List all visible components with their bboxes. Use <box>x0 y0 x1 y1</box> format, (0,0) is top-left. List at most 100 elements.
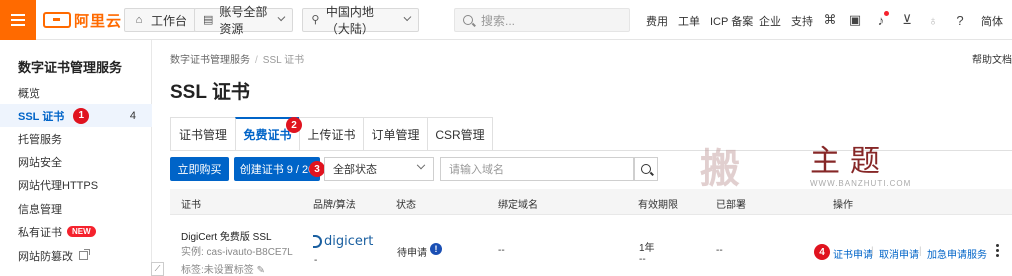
sidebar-item-label: 网站代理HTTPS <box>18 179 99 192</box>
tab-csr-management[interactable]: CSR管理 <box>427 117 493 151</box>
cert-name: DigiCert 免费版 SSL <box>181 232 272 243</box>
th-brand: 品牌/算法 <box>313 200 356 211</box>
sidebar-item-info-management[interactable]: 信息管理 <box>0 197 152 220</box>
nav-tickets[interactable]: 工单 <box>678 13 700 29</box>
step-marker-1: 1 <box>73 107 90 124</box>
language-switch[interactable]: 简体 <box>981 13 1003 29</box>
logo-text: 阿里云 <box>74 12 123 30</box>
apply-cert-link[interactable]: 证书申请 <box>833 246 873 261</box>
cancel-apply-link[interactable]: 取消申请 <box>879 246 919 261</box>
status-select[interactable]: 全部状态 <box>324 157 434 181</box>
cart-icon[interactable]: ⊻ <box>899 12 915 28</box>
breadcrumb-root[interactable]: 数字证书管理服务 <box>170 55 250 66</box>
nav-fees[interactable]: 费用 <box>646 13 668 29</box>
account-resources-select[interactable]: ▤ 账号全部资源 <box>194 5 293 36</box>
bound-domain: -- <box>498 245 505 256</box>
sidebar-item-site-security[interactable]: 网站安全 <box>0 150 152 173</box>
sidebar-item-label: 信息管理 <box>18 203 62 216</box>
hamburger-icon-line <box>11 19 25 21</box>
tab-order-management[interactable]: 订单管理 <box>363 117 427 151</box>
aliyun-logo-icon <box>43 12 71 28</box>
main-menu-button[interactable] <box>0 0 36 40</box>
sidebar-item-label: 网站防篡改 <box>18 250 73 263</box>
status-text: 待申请 <box>397 248 427 259</box>
expedite-service-link[interactable]: 加急申请服务 <box>927 246 987 261</box>
nav-enterprise[interactable]: 企业 <box>759 13 781 29</box>
region-select[interactable]: ⚲ 中国内地（大陆） <box>302 5 419 36</box>
step-marker-3: 3 <box>309 161 325 177</box>
domain-search-input[interactable]: 请输入域名 <box>440 157 634 181</box>
terminal-icon[interactable]: ⌘ <box>822 12 838 28</box>
sidebar-item-label: 私有证书 <box>18 226 62 239</box>
sidebar-item-label: 概览 <box>18 87 40 100</box>
search-icon <box>463 15 473 25</box>
deployed-status: -- <box>716 245 723 256</box>
tab-upload-cert[interactable]: 上传证书 <box>299 117 363 151</box>
sidebar-item-private-cert[interactable]: 私有证书 NEW <box>0 220 152 243</box>
breadcrumb-separator: / <box>255 55 258 66</box>
sidebar-item-label: 托管服务 <box>18 133 62 146</box>
breadcrumb-current: SSL 证书 <box>262 55 305 66</box>
ssl-cert-count: 4 <box>129 109 136 122</box>
step-marker-2: 2 <box>286 117 302 133</box>
breadcrumb: 数字证书管理服务 / SSL 证书 <box>170 51 304 66</box>
help-icon[interactable]: ? <box>952 12 968 28</box>
cert-tabs: 证书管理 免费证书 2 上传证书 订单管理 CSR管理 <box>170 117 493 151</box>
domain-search-placeholder: 请输入域名 <box>449 164 504 176</box>
nav-icp[interactable]: ICP 备案 <box>710 13 753 29</box>
aliyun-logo[interactable]: 阿里云 <box>43 10 122 30</box>
search-icon <box>641 164 651 174</box>
tab-label: CSR管理 <box>435 127 485 142</box>
watermark: 搬 主题 WWW.BANZHUTI.COM <box>700 130 940 200</box>
bulb-icon[interactable]: ♁ <box>925 12 941 28</box>
sidebar-item-ssl-cert[interactable]: SSL 证书 1 4 <box>0 104 152 127</box>
dot <box>996 244 999 247</box>
tab-cert-management[interactable]: 证书管理 <box>170 117 235 151</box>
cert-tags[interactable]: 标签:未设置标签 ✎ <box>181 261 265 276</box>
resource-icon: ▤ <box>203 14 214 26</box>
help-docs-link[interactable]: 帮助文档 <box>972 51 1012 66</box>
chevron-down-icon <box>403 13 412 21</box>
action-separator: | <box>919 246 922 257</box>
sidebar-item-managed-service[interactable]: 托管服务 <box>0 127 152 150</box>
global-search-input[interactable]: 搜索... <box>454 8 630 32</box>
watermark-logo: 搬 <box>700 145 740 192</box>
validity-dates: -- <box>639 254 646 265</box>
page-title: SSL 证书 <box>170 82 250 103</box>
sidebar-item-label: SSL 证书 <box>18 110 65 123</box>
tab-free-cert[interactable]: 免费证书 2 <box>235 117 302 151</box>
cert-instance-id: 实例: cas-ivauto-B8CE7L <box>181 247 293 258</box>
edit-icon: ✎ <box>256 265 265 276</box>
home-icon: ⌂ <box>135 14 143 26</box>
account-resources-label: 账号全部资源 <box>219 5 268 36</box>
sidebar-item-overview[interactable]: 概览 <box>0 81 152 104</box>
dot <box>996 249 999 252</box>
chevron-down-icon <box>416 160 426 170</box>
hamburger-icon-line <box>11 24 25 26</box>
workbench-button[interactable]: ⌂ 工作台 <box>124 8 197 32</box>
nav-support[interactable]: 支持 <box>791 13 813 29</box>
action-separator: | <box>871 246 874 257</box>
create-cert-button[interactable]: 创建证书 9 / 20 <box>234 157 320 181</box>
buy-now-button[interactable]: 立即购买 <box>170 157 229 181</box>
step-marker-4: 4 <box>814 244 830 260</box>
status-select-value: 全部状态 <box>333 164 377 176</box>
location-icon: ⚲ <box>311 14 320 26</box>
chevron-down-icon <box>277 13 286 21</box>
info-icon[interactable]: ! <box>430 243 442 255</box>
image-icon[interactable]: ▣ <box>847 12 863 28</box>
sidebar-item-https-proxy[interactable]: 网站代理HTTPS <box>0 173 152 196</box>
sidebar-item-anti-tamper[interactable]: 网站防篡改 <box>0 244 152 267</box>
more-actions-icon[interactable] <box>996 244 999 257</box>
domain-search-button[interactable] <box>634 157 658 181</box>
tab-label: 上传证书 <box>307 127 356 142</box>
top-navigation-bar: 阿里云 ⌂ 工作台 ▤ 账号全部资源 ⚲ 中国内地（大陆） 搜索... 费用 工… <box>0 0 1012 40</box>
th-validity: 有效期限 <box>638 200 678 211</box>
brand-name: digicert <box>324 234 374 249</box>
sidebar-item-label: 网站安全 <box>18 156 62 169</box>
th-cert: 证书 <box>181 200 201 211</box>
digicert-logo-icon <box>313 235 322 248</box>
brand-algorithm: - <box>314 255 318 266</box>
external-link-icon <box>79 249 90 260</box>
sidebar: 数字证书管理服务 概览 SSL 证书 1 4 托管服务 网站安全 网站代理HTT… <box>0 40 152 276</box>
